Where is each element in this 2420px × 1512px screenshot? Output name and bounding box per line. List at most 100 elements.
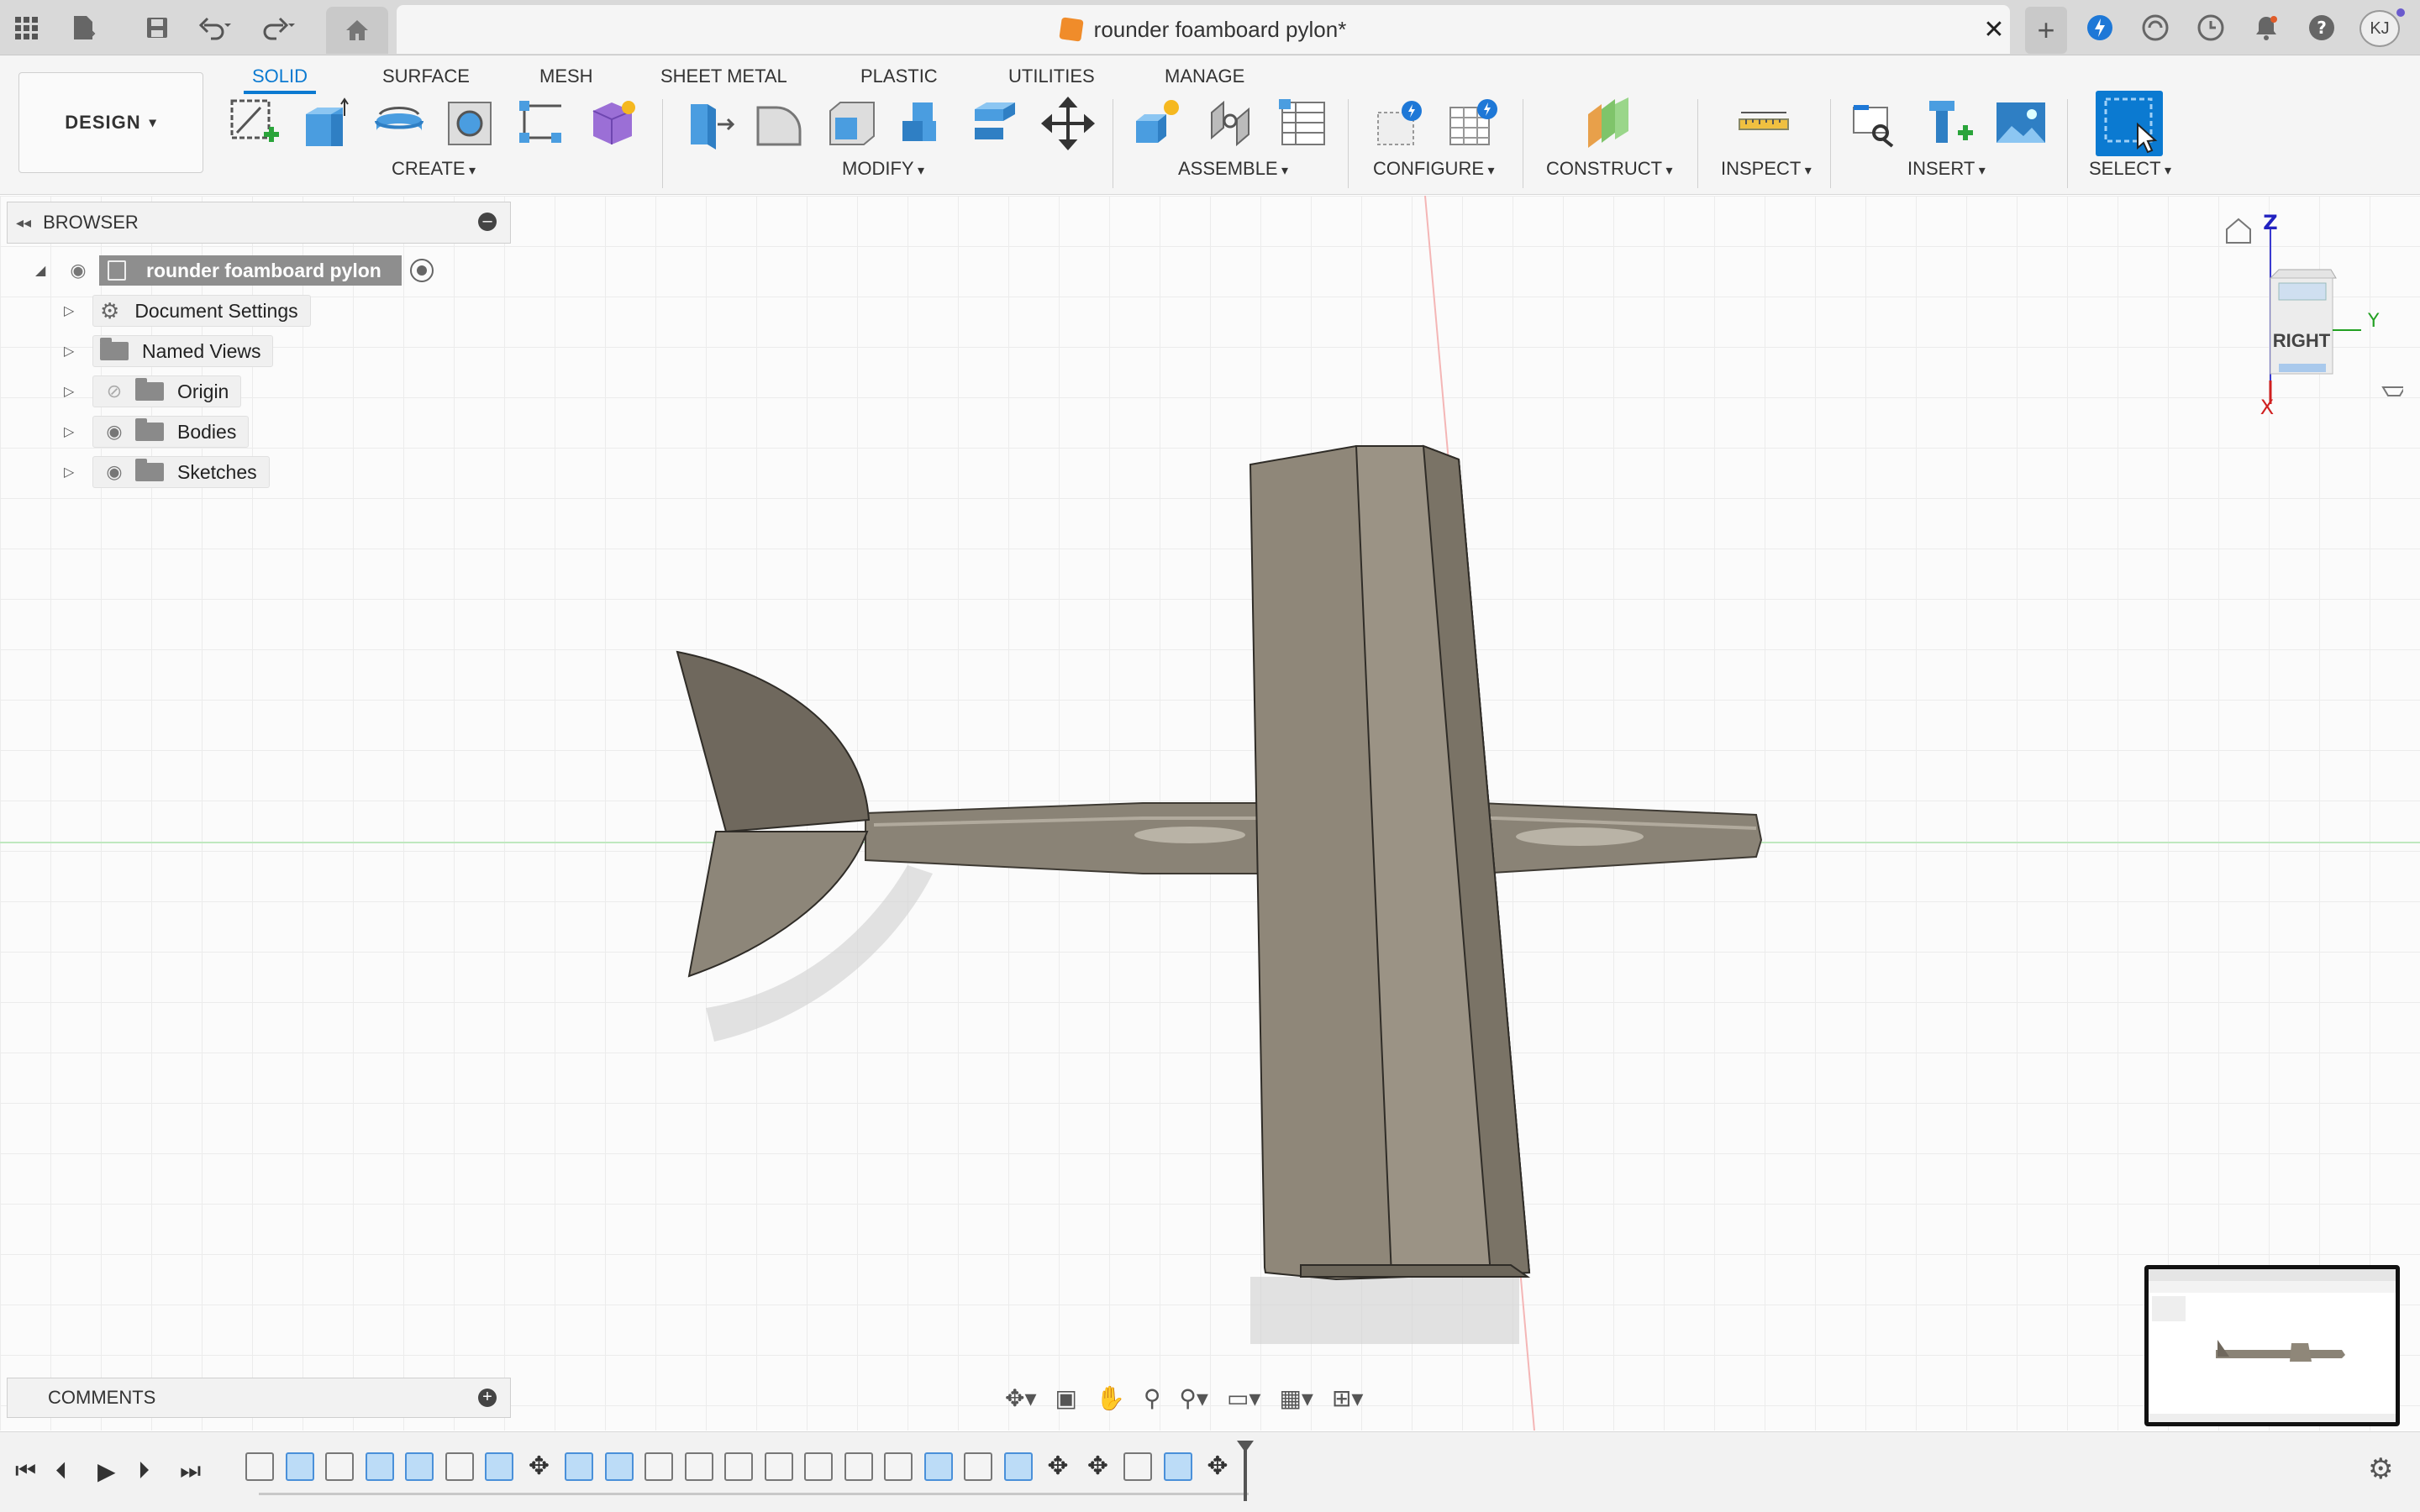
- shell-icon[interactable]: [823, 96, 879, 151]
- extrude-icon[interactable]: [299, 96, 355, 151]
- timeline-fillet-icon[interactable]: [804, 1452, 833, 1481]
- timeline-sketch-icon[interactable]: [1123, 1452, 1152, 1481]
- configure-icon[interactable]: [1373, 96, 1428, 151]
- visibility-eye-icon[interactable]: ◉: [64, 260, 92, 281]
- redo-icon[interactable]: [260, 10, 296, 45]
- browser-root-item[interactable]: ◢ ◉ rounder foamboard pylon: [35, 254, 434, 287]
- save-icon[interactable]: [139, 10, 175, 45]
- timeline-combine-icon[interactable]: [604, 1452, 634, 1481]
- browser-item-document-settings[interactable]: ▷ ⚙ Document Settings: [64, 294, 311, 328]
- timeline-fillet-icon[interactable]: [724, 1452, 753, 1481]
- timeline-fillet-icon[interactable]: [644, 1452, 673, 1481]
- help-icon[interactable]: ?: [2304, 10, 2339, 45]
- document-tab[interactable]: rounder foamboard pylon*: [397, 5, 2010, 54]
- expand-triangle-icon[interactable]: ▷: [64, 423, 81, 440]
- assemble-menu[interactable]: ASSEMBLE: [1178, 158, 1288, 180]
- collapse-triangle-icon[interactable]: ◢: [35, 262, 52, 279]
- timeline-sketch-icon[interactable]: [245, 1452, 274, 1481]
- timeline-fillet-icon[interactable]: [844, 1452, 873, 1481]
- notifications-bell-icon[interactable]: [2249, 10, 2284, 45]
- play-icon[interactable]: ▶: [97, 1457, 116, 1485]
- 3d-viewport[interactable]: Z X RIGHT Y: [0, 196, 2420, 1431]
- browser-item-origin[interactable]: ▷ ⊘ Origin: [64, 375, 242, 408]
- measure-icon[interactable]: [1736, 96, 1791, 151]
- apps-grid-icon[interactable]: [8, 10, 44, 45]
- zoom-icon[interactable]: ⚲: [1144, 1384, 1161, 1412]
- grid-settings-icon[interactable]: ▦▾: [1279, 1384, 1313, 1412]
- timeline-move-icon[interactable]: ✥: [1084, 1452, 1113, 1481]
- go-to-end-icon[interactable]: ⏭: [180, 1457, 201, 1485]
- timeline-sketch-icon[interactable]: [445, 1452, 474, 1481]
- timeline-revolve-icon[interactable]: [565, 1452, 593, 1481]
- timeline-marker[interactable]: [1244, 1444, 1247, 1501]
- orbit-icon[interactable]: ✥▾: [1005, 1384, 1037, 1412]
- modify-menu[interactable]: MODIFY: [842, 158, 924, 180]
- timeline-move-icon[interactable]: ✥: [1044, 1452, 1072, 1481]
- timeline-sketch-icon[interactable]: [964, 1452, 992, 1481]
- root-component-label[interactable]: rounder foamboard pylon: [99, 255, 402, 286]
- configuration-table-icon[interactable]: [1445, 96, 1501, 151]
- bill-of-materials-icon[interactable]: [1276, 96, 1331, 151]
- inspect-menu[interactable]: INSPECT: [1721, 158, 1812, 180]
- tab-plastic[interactable]: PLASTIC: [860, 62, 938, 91]
- expand-triangle-icon[interactable]: ▷: [64, 343, 81, 360]
- tab-sheet-metal[interactable]: SHEET METAL: [660, 62, 787, 91]
- display-settings-icon[interactable]: ▭▾: [1227, 1384, 1261, 1412]
- user-avatar[interactable]: KJ: [2360, 10, 2400, 47]
- combine-icon[interactable]: [896, 96, 951, 151]
- expand-triangle-icon[interactable]: ▷: [64, 464, 81, 480]
- timeline-extrude-icon[interactable]: [365, 1452, 394, 1481]
- extensions-icon[interactable]: [2082, 10, 2118, 45]
- create-sketch-icon[interactable]: [227, 96, 282, 151]
- pattern-icon[interactable]: [514, 96, 570, 151]
- step-back-icon[interactable]: ⏴: [55, 1457, 67, 1485]
- close-tab-icon[interactable]: ✕: [1976, 12, 2012, 47]
- browser-panel-header[interactable]: ◂◂ BROWSER –: [7, 202, 511, 244]
- insert-derive-icon[interactable]: [1849, 96, 1904, 151]
- align-icon[interactable]: [968, 96, 1023, 151]
- browser-item-sketches[interactable]: ▷ ◉ Sketches: [64, 455, 270, 489]
- tab-manage[interactable]: MANAGE: [1165, 62, 1244, 91]
- revolve-icon[interactable]: [371, 96, 427, 151]
- offset-plane-icon[interactable]: [1581, 96, 1637, 151]
- job-status-icon[interactable]: [2138, 10, 2173, 45]
- press-pull-icon[interactable]: [681, 96, 736, 151]
- select-button[interactable]: [2096, 91, 2163, 156]
- home-tab-icon[interactable]: [326, 7, 388, 54]
- timeline-sketch-icon[interactable]: [884, 1452, 913, 1481]
- workspace-switcher-button[interactable]: DESIGN ▾: [18, 72, 203, 173]
- insert-menu[interactable]: INSERT: [1907, 158, 1986, 180]
- step-forward-icon[interactable]: ⏵: [138, 1457, 150, 1485]
- hole-icon[interactable]: [444, 96, 499, 151]
- visibility-eye-icon[interactable]: ◉: [100, 461, 129, 483]
- tab-surface[interactable]: SURFACE: [382, 62, 470, 91]
- browser-item-named-views[interactable]: ▷ Named Views: [64, 334, 274, 368]
- look-at-icon[interactable]: ▣: [1055, 1384, 1077, 1412]
- expand-triangle-icon[interactable]: ▷: [64, 383, 81, 400]
- fillet-icon[interactable]: [751, 96, 807, 151]
- timeline-move-icon[interactable]: ✥: [525, 1452, 554, 1481]
- browser-item-bodies[interactable]: ▷ ◉ Bodies: [64, 415, 250, 449]
- timeline-extrude-icon[interactable]: [1163, 1452, 1192, 1481]
- timeline-extrude-icon[interactable]: [485, 1452, 513, 1481]
- tab-utilities[interactable]: UTILITIES: [1008, 62, 1095, 91]
- timeline-extrude-icon[interactable]: [285, 1452, 314, 1481]
- file-menu-icon[interactable]: [66, 10, 101, 45]
- timeline-move-icon[interactable]: ✥: [1203, 1452, 1232, 1481]
- activate-radio-icon[interactable]: [409, 259, 434, 282]
- timeline-revolve-icon[interactable]: [405, 1452, 434, 1481]
- tab-mesh[interactable]: MESH: [539, 62, 593, 91]
- clock-icon[interactable]: [2193, 10, 2228, 45]
- go-to-start-icon[interactable]: ⏮: [15, 1457, 36, 1485]
- timeline-sketch-icon[interactable]: [325, 1452, 354, 1481]
- tab-solid[interactable]: SOLID: [243, 62, 317, 94]
- fit-zoom-icon[interactable]: ⚲▾: [1179, 1384, 1208, 1412]
- create-menu[interactable]: CREATE: [392, 158, 476, 180]
- new-component-icon[interactable]: [1131, 96, 1186, 151]
- insert-canvas-icon[interactable]: [1993, 96, 2049, 151]
- insert-mcmaster-icon[interactable]: [1921, 96, 1976, 151]
- timeline-extrude-icon[interactable]: [1003, 1452, 1033, 1481]
- hidden-eye-icon[interactable]: ⊘: [100, 381, 129, 402]
- comments-panel[interactable]: COMMENTS +: [7, 1378, 511, 1418]
- timeline-fillet-icon[interactable]: [764, 1452, 793, 1481]
